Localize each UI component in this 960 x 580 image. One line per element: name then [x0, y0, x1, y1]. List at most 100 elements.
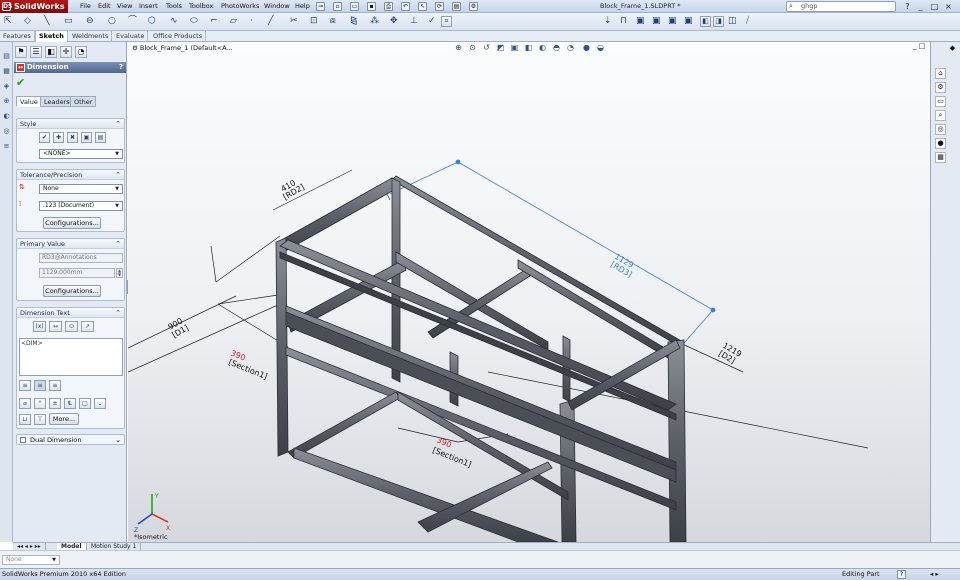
- plane-icon[interactable]: ▱: [230, 16, 237, 27]
- smart-dimension-icon[interactable]: ⇱: [4, 16, 12, 27]
- offset-icon[interactable]: ⧈: [330, 16, 336, 27]
- view-4-icon[interactable]: ▣: [684, 16, 693, 27]
- tolerance-configurations-button[interactable]: Configurations...: [43, 217, 101, 229]
- select-icon[interactable]: ↖: [418, 2, 427, 11]
- style-select[interactable]: <NONE> ▼: [39, 149, 123, 159]
- fillet-icon[interactable]: ⌐: [210, 16, 218, 27]
- align-center-icon[interactable]: ≡: [34, 380, 46, 391]
- shaded-icon[interactable]: ◧: [700, 16, 711, 27]
- menu-view[interactable]: View: [117, 0, 132, 13]
- precision-select[interactable]: .123 (Document) ▼: [39, 201, 123, 211]
- open-icon[interactable]: ▭: [350, 2, 359, 11]
- tangent-icon[interactable]: ◇: [24, 16, 31, 27]
- view-palette-icon[interactable]: ◎: [935, 124, 946, 135]
- polygon-icon[interactable]: ⬡: [148, 16, 156, 27]
- block-frame-model[interactable]: [275, 175, 687, 542]
- view-3-icon[interactable]: ▣: [668, 16, 677, 27]
- appearances-icon[interactable]: ●: [935, 138, 946, 149]
- exit-sketch-icon[interactable]: ⌗: [441, 16, 452, 27]
- align-left-icon[interactable]: ≡: [19, 380, 31, 391]
- status-arrows-icon[interactable]: ◂ ▸: [930, 569, 939, 580]
- menu-tools[interactable]: Tools: [166, 0, 182, 13]
- menu-toolbox[interactable]: Toolbox: [189, 0, 213, 13]
- shaded-edges-icon[interactable]: ◨: [713, 16, 724, 27]
- save-icon[interactable]: ▪: [367, 2, 376, 11]
- plus-minus-symbol-icon[interactable]: ±: [49, 398, 61, 409]
- tab-value[interactable]: Value: [16, 96, 42, 107]
- appearance-icon[interactable]: ◎: [2, 127, 11, 136]
- status-help-icon[interactable]: ?: [897, 570, 906, 579]
- config-manager-icon[interactable]: ◈: [2, 82, 11, 91]
- add-style-icon[interactable]: ✚: [53, 132, 64, 143]
- mirror-icon[interactable]: ⧎: [350, 16, 358, 27]
- feature-manager-icon[interactable]: ▤: [2, 52, 11, 61]
- menu-file[interactable]: File: [80, 0, 91, 13]
- align-right-icon[interactable]: ≡: [49, 380, 61, 391]
- counterbore-symbol-icon[interactable]: ⊔: [19, 414, 31, 425]
- undo-icon[interactable]: ↶: [401, 2, 410, 11]
- tab-sketch[interactable]: Sketch: [35, 31, 68, 42]
- command-select[interactable]: None ▼: [2, 555, 60, 565]
- tab-office-products[interactable]: Office Products: [150, 31, 207, 42]
- tolerance-type-select[interactable]: None ▼: [39, 184, 123, 194]
- display-tab-icon[interactable]: ◔: [75, 46, 87, 58]
- ok-check-icon[interactable]: ✔: [16, 76, 25, 89]
- pattern-icon[interactable]: ⁂: [370, 16, 379, 27]
- more-button[interactable]: More...: [49, 413, 79, 425]
- hidden-lines-icon[interactable]: ◫: [728, 16, 737, 27]
- property-icon[interactable]: ☰: [30, 46, 42, 58]
- dimxpert-tab-icon[interactable]: ✛: [60, 46, 72, 58]
- resources-icon[interactable]: ⌂: [935, 68, 946, 79]
- primary-configurations-button[interactable]: Configurations...: [43, 285, 101, 297]
- collapse-chevron-icon[interactable]: ⌃: [115, 170, 121, 180]
- menu-edit[interactable]: Edit: [98, 0, 111, 13]
- move-entities-icon[interactable]: ✥: [390, 16, 398, 27]
- dimxpert-icon[interactable]: ⊕: [2, 97, 11, 106]
- more-symbols-icon[interactable]: ⌄: [94, 398, 106, 409]
- inspection-dimension-icon[interactable]: ⬭: [65, 321, 78, 332]
- square-symbol-icon[interactable]: □: [79, 398, 91, 409]
- configuration-icon[interactable]: ◧: [45, 46, 57, 58]
- line-icon[interactable]: ╲: [44, 16, 49, 27]
- primary-value-header[interactable]: Primary Value ⌃: [17, 239, 124, 249]
- style-group-header[interactable]: Style ⌃: [17, 119, 124, 129]
- graphics-area[interactable]: ⚙ Block_Frame_1 (Default<A... ⊕ ⊙ ↺ ◩ ▣ …: [128, 42, 944, 542]
- relations-icon[interactable]: ⊥: [410, 16, 418, 27]
- menu-window[interactable]: Window: [264, 0, 290, 13]
- rectangle-icon[interactable]: ▭: [64, 16, 73, 27]
- menu-insert[interactable]: Insert: [139, 0, 158, 13]
- dimension-name-field[interactable]: RD3@Annotations: [39, 253, 123, 263]
- custom-properties-icon[interactable]: ▦: [935, 152, 946, 163]
- search-box[interactable]: ⌕ ghgp: [786, 1, 896, 12]
- repair-sketch-icon[interactable]: ✓: [428, 16, 436, 27]
- view-2-icon[interactable]: ▣: [652, 16, 661, 27]
- collapse-chevron-icon[interactable]: ⌃: [115, 308, 121, 318]
- expand-chevron-icon[interactable]: ⌄: [115, 435, 121, 445]
- arc-icon[interactable]: ⌒: [128, 16, 137, 27]
- slot-icon[interactable]: ⊖: [86, 16, 94, 27]
- rebuild-icon[interactable]: ⟳: [435, 2, 444, 11]
- property-manager-icon[interactable]: ▦: [2, 67, 11, 76]
- degree-symbol-icon[interactable]: °: [34, 398, 46, 409]
- options-icon[interactable]: ⚙: [469, 2, 478, 11]
- offset-text-icon[interactable]: ↗: [81, 321, 94, 332]
- new-document-icon[interactable]: ▫: [333, 2, 342, 11]
- ellipse-icon[interactable]: ⬭: [190, 16, 198, 27]
- tab-other[interactable]: Other: [70, 96, 97, 107]
- centerline-icon[interactable]: ╱: [268, 16, 273, 27]
- view-1-icon[interactable]: ▣: [636, 16, 645, 27]
- menu-photoworks[interactable]: PhotoWorks: [221, 0, 259, 13]
- tab-features[interactable]: Features: [0, 31, 35, 42]
- value-spinner[interactable]: ▲ ▼: [116, 268, 123, 278]
- help-button[interactable]: ?: [902, 1, 913, 12]
- circle-icon[interactable]: ○: [108, 16, 116, 27]
- tab-weldments[interactable]: Weldments: [69, 31, 113, 42]
- maximize-button[interactable]: □: [929, 1, 940, 12]
- tab-evaluate[interactable]: Evaluate: [113, 31, 149, 42]
- dual-dimension-checkbox[interactable]: [20, 437, 26, 443]
- search-input[interactable]: ghgp: [801, 2, 818, 11]
- menu-help[interactable]: Help: [295, 0, 310, 13]
- centerline-symbol-icon[interactable]: ℄: [64, 398, 76, 409]
- close-button[interactable]: ×: [943, 1, 954, 12]
- dimension-value-field[interactable]: 1129.000mm: [39, 268, 115, 278]
